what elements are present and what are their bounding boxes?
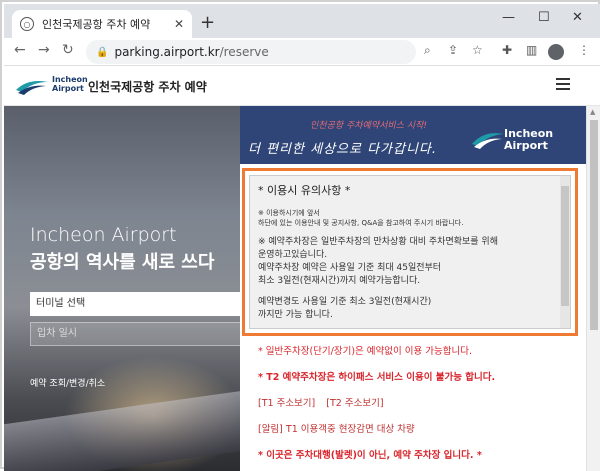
right-panel: 인천공항 주차예약서비스 시작! 더 편리한 세상으로 다가갑니다. Inche… <box>240 106 586 471</box>
url-domain: parking.airport.kr <box>114 45 220 59</box>
browser-toolbar: ← → ↻ 🔒 parking.airport.kr /reserve ⌕ ⇪ … <box>4 38 600 66</box>
scroll-up-icon[interactable]: ▲ <box>590 108 595 116</box>
forward-icon[interactable]: → <box>38 42 50 58</box>
logo-text: Incheon Airport <box>52 75 88 93</box>
banner-title: 더 편리한 세상으로 다가갑니다. <box>248 142 438 157</box>
lock-icon: 🔒 <box>96 46 109 58</box>
notice-heading: * 이용시 유의사항 * <box>258 184 351 197</box>
t1-address-link[interactable]: [T1 주소보기] <box>258 398 315 409</box>
extensions-icon[interactable]: ✚ <box>502 43 512 57</box>
share-icon[interactable]: ⇪ <box>448 43 458 57</box>
browser-tab[interactable]: ○ 인천국제공항 주차 예약 ✕ <box>12 10 192 38</box>
scroll-thumb[interactable] <box>590 120 598 330</box>
hamburger-menu-icon[interactable] <box>556 78 570 90</box>
t1-alert-link[interactable]: [알림] T1 이용객중 현장감면 대상 차량 <box>258 424 415 436</box>
entry-date-input[interactable]: 입차 일시 <box>30 322 240 346</box>
info-line: * T2 예약주차장은 하이패스 서비스 이용이 불가능 합니다. <box>258 372 496 383</box>
globe-icon: ○ <box>20 17 34 31</box>
t2-address-link[interactable]: [T2 주소보기] <box>326 398 383 409</box>
star-icon[interactable]: ☆ <box>472 43 483 57</box>
notice-item: 예약변경도 사용일 기준 최소 3일전(현재시간) 까지만 가능 합니다. <box>258 297 432 320</box>
banner-logo-text: Incheon Airport <box>504 127 554 152</box>
airport-logo-icon <box>16 81 48 95</box>
url-path: /reserve <box>219 45 269 59</box>
promo-banner: 인천공항 주차예약서비스 시작! 더 편리한 세상으로 다가갑니다. Inche… <box>240 106 586 164</box>
close-window-icon[interactable]: ✕ <box>572 10 583 25</box>
notice-item: ※ 예약주차장은 일반주차장의 만차상황 대비 주차면확보를 위해 운영하고있습… <box>258 237 498 286</box>
reservation-lookup-link[interactable]: 예약 조회/변경/취소 <box>30 376 105 389</box>
back-icon[interactable]: ← <box>14 42 26 58</box>
notice-textarea[interactable]: * 이용시 유의사항 * ※ 이용하시기에 앞서 하단에 있는 이용안내 및 공… <box>249 175 571 329</box>
info-line: * 일반주차장(단기/장기)은 예약없이 이용 가능합니다. <box>258 346 473 357</box>
browser-window: ○ 인천국제공항 주차 예약 ✕ + — ☐ ✕ ← → ↻ 🔒 parking… <box>0 0 600 471</box>
info-line: * 이곳은 주차대행(발렛)이 아닌, 예약 주차장 입니다. * <box>258 450 482 461</box>
menu-dots-icon[interactable]: ⋮ <box>578 43 590 57</box>
site-header: Incheon Airport 인천국제공항 주차 예약 <box>4 66 600 106</box>
site-title: 인천국제공항 주차 예약 <box>88 80 207 94</box>
notice-scrollbar[interactable] <box>560 176 570 328</box>
minimize-icon[interactable]: — <box>502 10 515 25</box>
tab-title: 인천국제공항 주차 예약 <box>42 18 151 31</box>
usage-notice-box: * 이용시 유의사항 * ※ 이용하시기에 앞서 하단에 있는 이용안내 및 공… <box>242 168 578 336</box>
tab-bar: ○ 인천국제공항 주차 예약 ✕ + — ☐ ✕ <box>4 4 600 38</box>
sidepanel-icon[interactable]: ▥ <box>526 43 537 57</box>
terminal-select[interactable]: 터미널 선택 <box>30 292 240 316</box>
banner-subtitle: 인천공항 주차예약서비스 시작! <box>310 121 427 131</box>
maximize-icon[interactable]: ☐ <box>538 10 550 25</box>
page-scrollbar[interactable]: ▲ <box>586 106 600 471</box>
notice-item: ※ 이용하시기에 앞서 하단에 있는 이용안내 및 공지사항, Q&A을 참고하… <box>258 209 464 227</box>
new-tab-icon[interactable]: + <box>200 12 215 33</box>
reload-icon[interactable]: ↻ <box>62 42 74 58</box>
zoom-icon[interactable]: ⌕ <box>424 43 431 58</box>
close-tab-icon[interactable]: ✕ <box>174 17 184 31</box>
hero-title-en: Incheon Airport <box>30 224 177 246</box>
address-bar[interactable]: 🔒 parking.airport.kr /reserve <box>86 40 416 64</box>
hero-panel: Incheon Airport 공항의 역사를 새로 쓰다 터미널 선택 입차 … <box>4 106 240 471</box>
profile-avatar[interactable] <box>548 44 564 60</box>
banner-logo-icon <box>472 133 504 149</box>
hero-title-ko: 공항의 역사를 새로 쓰다 <box>30 252 215 273</box>
